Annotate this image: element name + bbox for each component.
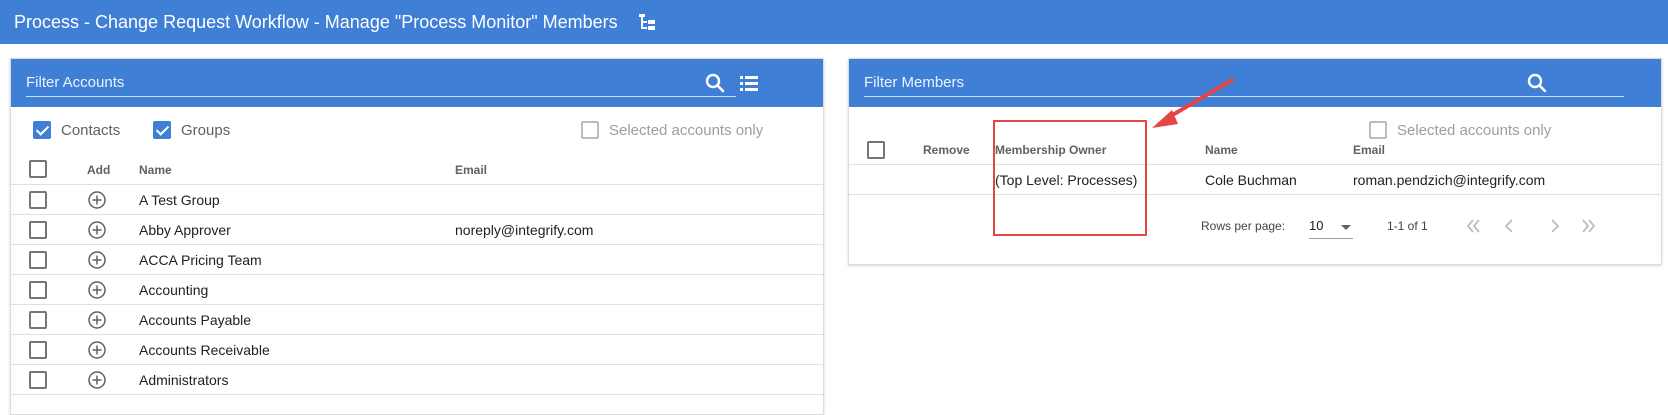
members-filter-bar [849, 59, 1661, 107]
account-name-cell: Administrators [139, 372, 229, 388]
row-checkbox[interactable] [29, 221, 47, 239]
select-all-members-checkbox[interactable] [867, 141, 885, 159]
groups-checkbox[interactable] [153, 121, 171, 139]
contacts-label: Contacts [61, 121, 121, 139]
member-name-cell: Cole Buchman [1205, 172, 1297, 188]
search-icon[interactable] [703, 71, 727, 95]
row-checkbox[interactable] [29, 281, 47, 299]
select-all-accounts-checkbox[interactable] [29, 160, 47, 178]
last-page-icon[interactable] [1579, 216, 1599, 236]
selected-accounts-only-checkbox[interactable] [581, 121, 599, 139]
members-panel: Selected accounts only Remove Membership… [848, 58, 1662, 265]
member-email-cell: roman.pendzich@integrify.com [1353, 172, 1546, 188]
next-page-icon[interactable] [1545, 216, 1565, 236]
accounts-table: Add Name Email A Test Group Abby Approver… [11, 155, 823, 395]
contacts-checkbox[interactable] [33, 121, 51, 139]
accounts-table-body: A Test Group Abby Approver noreply@integri… [11, 185, 823, 395]
accounts-panel: Contacts Groups Selected accounts only A… [10, 58, 824, 415]
members-table-header: Remove Membership Owner Name Email [849, 135, 1661, 165]
account-name-cell: Accounts Payable [139, 312, 252, 328]
selected-accounts-only-option[interactable]: Selected accounts only [581, 121, 763, 139]
account-name-cell: Accounts Receivable [139, 342, 270, 358]
previous-page-icon[interactable] [1499, 216, 1519, 236]
table-row[interactable]: A Test Group [11, 185, 823, 215]
add-circle-icon[interactable] [87, 220, 107, 240]
add-circle-icon[interactable] [87, 190, 107, 210]
add-circle-icon[interactable] [87, 370, 107, 390]
rows-per-page-select[interactable]: 10 [1309, 211, 1353, 239]
account-name-cell: ACCA Pricing Team [139, 252, 262, 268]
account-name-cell: Accounting [139, 282, 209, 298]
table-row[interactable]: ACCA Pricing Team [11, 245, 823, 275]
table-row[interactable]: Accounts Receivable [11, 335, 823, 365]
groups-label: Groups [181, 121, 231, 139]
column-name: Name [139, 163, 172, 177]
top-bar: Process - Change Request Workflow - Mana… [0, 0, 1668, 44]
search-icon[interactable] [1525, 71, 1549, 95]
accounts-table-header: Add Name Email [11, 155, 823, 185]
groups-option[interactable]: Groups [153, 121, 230, 139]
members-table: Remove Membership Owner Name Email (Top … [849, 135, 1661, 195]
contacts-option[interactable]: Contacts [33, 121, 120, 139]
column-member-name: Name [1205, 143, 1238, 157]
add-circle-icon[interactable] [87, 310, 107, 330]
add-circle-icon[interactable] [87, 280, 107, 300]
add-circle-icon[interactable] [87, 340, 107, 360]
chevron-down-icon [1341, 225, 1351, 230]
row-checkbox[interactable] [29, 191, 47, 209]
table-row[interactable]: Abby Approver noreply@integrify.com [11, 215, 823, 245]
first-page-icon[interactable] [1463, 216, 1483, 236]
row-checkbox[interactable] [29, 311, 47, 329]
row-checkbox[interactable] [29, 371, 47, 389]
account-name-cell: A Test Group [139, 192, 220, 208]
list-view-icon[interactable] [737, 71, 761, 95]
accounts-filter-bar [11, 59, 823, 107]
tree-structure-icon[interactable] [636, 11, 658, 33]
table-row[interactable]: Accounting [11, 275, 823, 305]
table-row[interactable]: Accounts Payable [11, 305, 823, 335]
table-row[interactable]: Administrators [11, 365, 823, 395]
column-membership-owner: Membership Owner [995, 143, 1107, 157]
rows-per-page-label: Rows per page: [1201, 219, 1286, 233]
column-remove: Remove [923, 143, 970, 157]
filter-members-input[interactable] [864, 67, 1624, 97]
row-checkbox[interactable] [29, 341, 47, 359]
account-name-cell: Abby Approver [139, 222, 231, 238]
pagination-range: 1-1 of 1 [1387, 219, 1428, 233]
add-circle-icon[interactable] [87, 250, 107, 270]
column-member-email: Email [1353, 143, 1386, 157]
selected-accounts-only-label: Selected accounts only [609, 121, 764, 139]
filter-accounts-input[interactable] [26, 67, 736, 97]
column-email: Email [455, 163, 488, 177]
column-add: Add [87, 163, 111, 177]
pagination: Rows per page: 10 1-1 of 1 [849, 203, 1661, 253]
table-row[interactable]: (Top Level: Processes) Cole Buchman roma… [849, 165, 1661, 195]
page-title: Process - Change Request Workflow - Mana… [14, 11, 618, 32]
membership-owner-cell: (Top Level: Processes) [995, 172, 1138, 188]
row-checkbox[interactable] [29, 251, 47, 269]
account-email-cell: noreply@integrify.com [455, 222, 594, 238]
rows-per-page-value: 10 [1309, 218, 1324, 233]
